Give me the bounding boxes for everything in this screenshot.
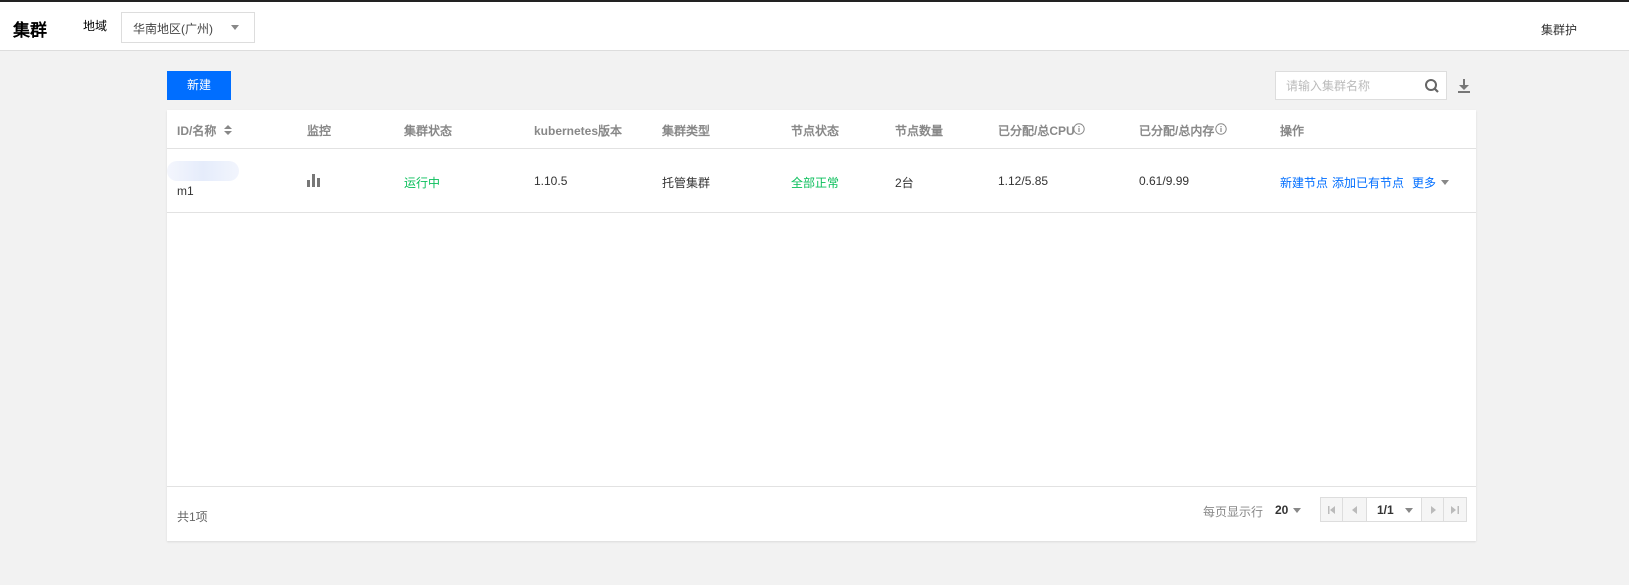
new-cluster-button[interactable]: 新建 <box>167 71 231 100</box>
sort-icon[interactable] <box>224 125 232 135</box>
region-select[interactable]: 华南地区(广州) <box>121 12 255 43</box>
memory-usage: 0.61/9.99 <box>1139 174 1190 188</box>
col-actions: 操作 <box>1280 124 1305 138</box>
next-page-icon <box>1431 506 1436 514</box>
chevron-down-icon <box>231 25 239 30</box>
per-page-label: 每页显示行 <box>1203 505 1264 519</box>
total-count: 共1项 <box>177 510 208 524</box>
col-status: 集群状态 <box>404 124 453 138</box>
info-icon[interactable] <box>1073 123 1085 135</box>
chevron-down-icon <box>1405 508 1413 513</box>
cluster-status: 运行中 <box>404 176 441 190</box>
first-page-icon <box>1328 506 1335 514</box>
chevron-down-icon[interactable] <box>1441 180 1449 185</box>
redacted-cluster-id <box>167 161 239 181</box>
page-select[interactable]: 1/1 <box>1367 498 1422 521</box>
cluster-type: 托管集群 <box>662 176 711 190</box>
current-page: 1/1 <box>1377 503 1394 517</box>
cluster-table: ID/名称 监控 集群状态 kubernetes版本 集群类型 节点状态 节点数… <box>167 110 1476 541</box>
search-input[interactable] <box>1276 72 1416 99</box>
prev-page-button[interactable] <box>1343 498 1367 521</box>
page-title: 集群 <box>13 21 47 40</box>
node-count: 2台 <box>895 176 914 190</box>
download-icon[interactable] <box>1457 78 1471 94</box>
table-footer: 共1项 每页显示行 20 1/1 <box>167 486 1476 541</box>
col-monitor: 监控 <box>307 124 332 138</box>
search-box <box>1275 71 1447 100</box>
top-right-link[interactable]: 集群护 <box>1541 21 1577 38</box>
next-page-button[interactable] <box>1422 498 1444 521</box>
top-bar: 集群 地域 华南地区(广州) 集群护 <box>0 0 1629 51</box>
last-page-icon <box>1451 506 1459 514</box>
pagination: 1/1 <box>1320 497 1467 522</box>
table-row: m1 运行中 1.10.5 托管集群 全部正常 2台 1.12/5.85 0.6… <box>167 149 1476 213</box>
col-node-count: 节点数量 <box>895 124 944 138</box>
more-link[interactable]: 更多 <box>1412 174 1436 191</box>
col-node-status: 节点状态 <box>791 124 840 138</box>
bar-chart-icon[interactable] <box>307 174 321 187</box>
region-value: 华南地区(广州) <box>133 22 213 36</box>
chevron-down-icon[interactable] <box>1293 508 1301 513</box>
search-icon[interactable] <box>1424 78 1440 94</box>
cluster-name[interactable]: m1 <box>177 184 194 198</box>
last-page-button[interactable] <box>1444 498 1466 521</box>
info-icon[interactable] <box>1215 123 1227 135</box>
table-header: ID/名称 监控 集群状态 kubernetes版本 集群类型 节点状态 节点数… <box>167 110 1476 149</box>
region-label: 地域 <box>83 19 108 33</box>
prev-page-icon <box>1352 506 1357 514</box>
first-page-button[interactable] <box>1321 498 1343 521</box>
k8s-version: 1.10.5 <box>534 174 568 188</box>
node-status: 全部正常 <box>791 176 840 190</box>
col-memory: 已分配/总内存 <box>1139 124 1215 138</box>
cpu-usage: 1.12/5.85 <box>998 174 1049 188</box>
per-page-select[interactable]: 20 <box>1275 503 1288 517</box>
col-cpu: 已分配/总CPU <box>998 124 1075 138</box>
col-k8s-version: kubernetes版本 <box>534 124 623 138</box>
col-id-name[interactable]: ID/名称 <box>177 122 216 139</box>
new-node-link[interactable]: 新建节点 <box>1280 174 1328 191</box>
col-type: 集群类型 <box>662 124 711 138</box>
add-existing-node-link[interactable]: 添加已有节点 <box>1332 174 1404 191</box>
